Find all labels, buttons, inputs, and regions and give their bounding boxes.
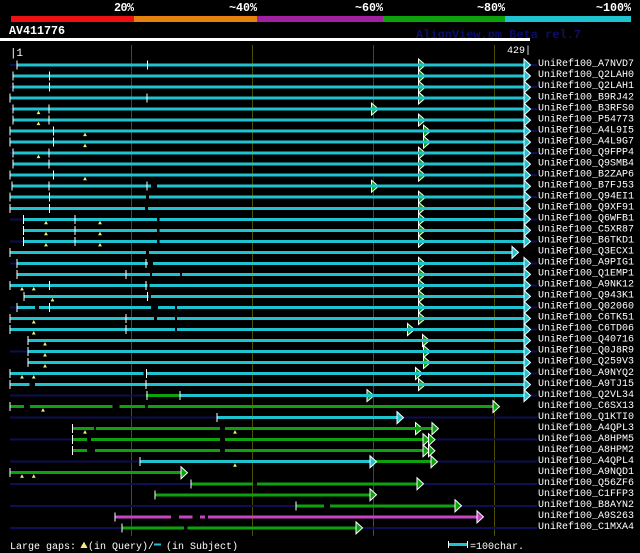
svg-text:~40%: ~40% [229,1,258,15]
svg-text:UniRef100_C1FFP3: UniRef100_C1FFP3 [538,488,634,500]
svg-text:UniRef100_Q02060: UniRef100_Q02060 [538,301,634,313]
svg-text:UniRef100_Q56ZF6: UniRef100_Q56ZF6 [538,477,634,489]
svg-text:UniRef100_Q40716: UniRef100_Q40716 [538,334,634,346]
svg-text:UniRef100_A9PIG1: UniRef100_A9PIG1 [538,257,634,269]
svg-text:AV411776: AV411776 [9,24,65,38]
svg-text:UniRef100_Q943K1: UniRef100_Q943K1 [538,290,634,302]
svg-text:UniRef100_Q259V3: UniRef100_Q259V3 [538,356,634,368]
svg-text:|1: |1 [10,48,23,60]
svg-text:(in Subject): (in Subject) [166,541,238,553]
svg-text:UniRef100_Q3ECX1: UniRef100_Q3ECX1 [538,246,634,258]
svg-text:UniRef100_Q94EI1: UniRef100_Q94EI1 [538,190,634,202]
svg-text:UniRef100_A4L9G7: UniRef100_A4L9G7 [538,135,634,147]
svg-text:UniRef100_A4QPL3: UniRef100_A4QPL3 [538,422,634,434]
svg-text:UniRef100_A9NK12: UniRef100_A9NK12 [538,279,634,291]
svg-text:Large gaps:: Large gaps: [10,542,76,553]
svg-text:UniRef100_Q6WFB1: UniRef100_Q6WFB1 [538,212,634,224]
svg-text:~60%: ~60% [355,1,384,15]
svg-text:20%: 20% [114,1,135,15]
svg-text:UniRef100_Q9XF91: UniRef100_Q9XF91 [538,201,634,213]
svg-text:UniRef100_Q2LAH1: UniRef100_Q2LAH1 [538,80,634,92]
svg-text:UniRef100_B6TKD1: UniRef100_B6TKD1 [538,235,634,247]
svg-text:UniRef100_Q1KTI0: UniRef100_Q1KTI0 [538,411,634,423]
svg-text:UniRef100_B8AYN2: UniRef100_B8AYN2 [538,499,634,511]
svg-text:UniRef100_B9RJ42: UniRef100_B9RJ42 [538,91,634,103]
svg-text:UniRef100_A7NVD7: UniRef100_A7NVD7 [538,58,634,70]
svg-text:UniRef100_C6TD06: UniRef100_C6TD06 [538,323,634,335]
svg-text:=100char.: =100char. [470,541,524,553]
svg-text:UniRef100_C1MXA4: UniRef100_C1MXA4 [538,521,634,533]
svg-text:UniRef100_A9S263: UniRef100_A9S263 [538,510,634,522]
svg-text:UniRef100_Q1EMP1: UniRef100_Q1EMP1 [538,268,634,280]
svg-text:UniRef100_B3RFS0: UniRef100_B3RFS0 [538,102,634,114]
svg-text:UniRef100_Q0J8R9: UniRef100_Q0J8R9 [538,345,634,357]
svg-text:UniRef100_B7FJ53: UniRef100_B7FJ53 [538,179,634,191]
svg-text:UniRef100_A9NQD1: UniRef100_A9NQD1 [538,466,634,478]
svg-text:429|: 429| [507,45,531,57]
svg-text:(in Query)/: (in Query)/ [88,541,154,553]
svg-text:UniRef100_Q9FPP4: UniRef100_Q9FPP4 [538,146,634,158]
svg-text:UniRef100_C6SX13: UniRef100_C6SX13 [538,400,634,412]
svg-text:UniRef100_Q2LAH0: UniRef100_Q2LAH0 [538,69,634,81]
svg-text:UniRef100_A8HPM2: UniRef100_A8HPM2 [538,444,634,456]
svg-text:~80%: ~80% [477,1,506,15]
svg-text:UniRef100_C5XR87: UniRef100_C5XR87 [538,224,634,236]
svg-text:UniRef100_P54773: UniRef100_P54773 [538,113,634,125]
svg-text:UniRef100_A8HPM5: UniRef100_A8HPM5 [538,433,634,445]
svg-text:UniRef100_A9TJ15: UniRef100_A9TJ15 [538,378,634,390]
svg-text:UniRef100_A9NYQ2: UniRef100_A9NYQ2 [538,367,634,379]
svg-text:UniRef100_Q9SMB4: UniRef100_Q9SMB4 [538,157,634,169]
svg-text:UniRef100_C6TK51: UniRef100_C6TK51 [538,312,634,324]
svg-text:UniRef100_B2ZAP6: UniRef100_B2ZAP6 [538,168,634,180]
svg-text:UniRef100_A4QPL4: UniRef100_A4QPL4 [538,455,634,467]
svg-text:UniRef100_A4L9I5: UniRef100_A4L9I5 [538,124,634,136]
svg-text:~100%: ~100% [596,1,632,15]
svg-text:UniRef100_Q2VL34: UniRef100_Q2VL34 [538,389,634,401]
